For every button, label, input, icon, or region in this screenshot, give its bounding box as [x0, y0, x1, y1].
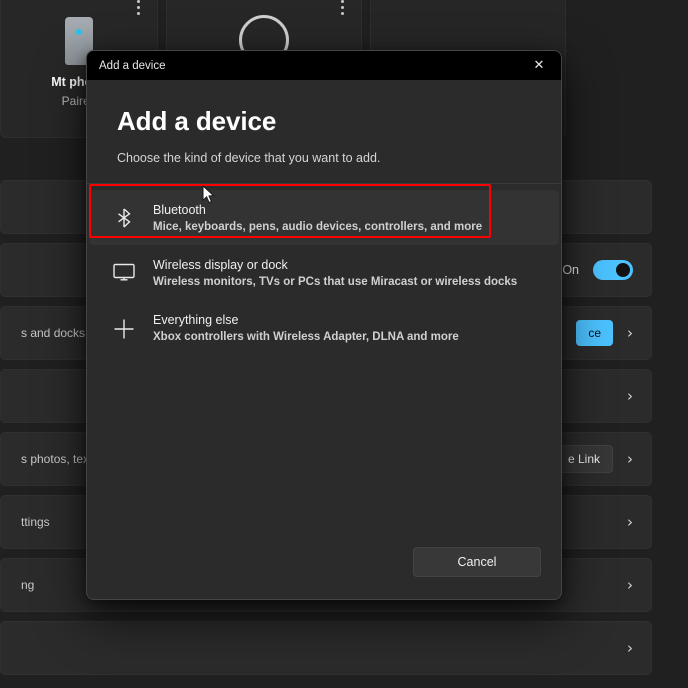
close-icon[interactable]: ✕: [517, 51, 561, 80]
device-type-title: Everything else: [153, 313, 239, 327]
device-type-description: Wireless monitors, TVs or PCs that use M…: [153, 276, 518, 288]
dialog-titlebar: Add a device ✕: [87, 51, 561, 80]
chevron-right-icon[interactable]: ›: [627, 451, 633, 467]
bluetooth-icon: [111, 202, 137, 228]
toggle-state-label: On: [562, 263, 579, 277]
chevron-right-icon[interactable]: ›: [627, 388, 633, 404]
dialog-header: Add a device Choose the kind of device t…: [87, 80, 561, 165]
device-type-list: Bluetooth Mice, keyboards, pens, audio d…: [87, 184, 561, 547]
kebab-menu-icon[interactable]: [335, 0, 349, 17]
device-type-title: Bluetooth: [153, 203, 206, 217]
device-type-option-everything-else[interactable]: Everything else Xbox controllers with Wi…: [89, 300, 559, 355]
chevron-right-icon[interactable]: ›: [627, 640, 633, 656]
bluetooth-toggle[interactable]: [593, 260, 633, 280]
add-a-device-dialog: Add a device ✕ Add a device Choose the k…: [86, 50, 562, 600]
chevron-right-icon[interactable]: ›: [627, 514, 633, 530]
settings-row-text: ng: [21, 578, 35, 592]
chevron-right-icon[interactable]: ›: [627, 325, 633, 341]
device-type-description: Xbox controllers with Wireless Adapter, …: [153, 331, 459, 343]
phone-link-button[interactable]: e Link: [554, 445, 613, 473]
device-type-description: Mice, keyboards, pens, audio devices, co…: [153, 221, 483, 233]
monitor-icon: [111, 257, 137, 281]
plus-icon: [111, 312, 137, 340]
device-type-title: Wireless display or dock: [153, 258, 288, 272]
settings-row-text: ttings: [21, 515, 50, 529]
device-type-option-bluetooth[interactable]: Bluetooth Mice, keyboards, pens, audio d…: [89, 184, 559, 245]
kebab-menu-icon[interactable]: [131, 0, 145, 17]
device-type-option-wireless-display[interactable]: Wireless display or dock Wireless monito…: [89, 245, 559, 300]
dialog-heading: Add a device: [117, 106, 277, 136]
dialog-titlebar-title: Add a device: [99, 59, 166, 72]
screen: Mt phone Paired On s and docks, other ce…: [0, 0, 688, 688]
settings-row[interactable]: ›: [0, 621, 652, 675]
chevron-right-icon[interactable]: ›: [627, 577, 633, 593]
dialog-subheading: Choose the kind of device that you want …: [117, 151, 381, 165]
add-device-button[interactable]: ce: [576, 320, 613, 346]
cancel-button[interactable]: Cancel: [413, 547, 541, 577]
dialog-footer: Cancel: [87, 547, 561, 599]
